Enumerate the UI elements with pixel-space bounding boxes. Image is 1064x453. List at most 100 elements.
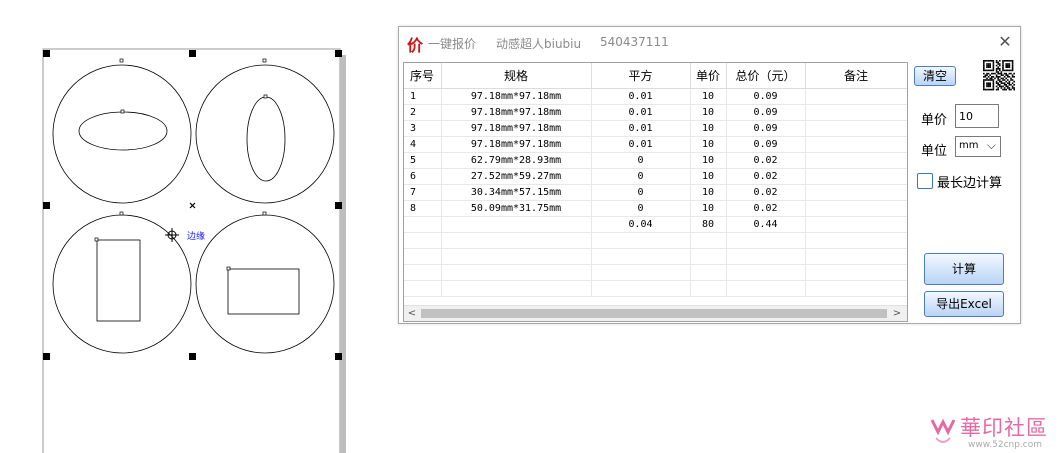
cell-area[interactable]: 0 — [591, 152, 691, 169]
table-row[interactable]: 3 97.18mm*97.18mm 0.01 10 0.09 — [404, 120, 907, 137]
cell-total[interactable]: 0.09 — [726, 88, 806, 105]
cell-unit-price[interactable] — [690, 232, 727, 249]
cell-area[interactable]: 0.04 — [591, 216, 691, 233]
cell-remark[interactable] — [805, 264, 907, 281]
cell-seq[interactable] — [404, 280, 442, 297]
cell-spec[interactable]: 27.52mm*59.27mm — [441, 168, 592, 185]
cell-unit-price[interactable] — [690, 248, 727, 265]
column-header-area[interactable]: 平方 — [591, 63, 691, 89]
node-handle[interactable] — [262, 211, 267, 216]
horizontal-scrollbar[interactable]: < > — [404, 305, 907, 321]
cell-spec[interactable]: 62.79mm*28.93mm — [441, 152, 592, 169]
scroll-right-arrow-icon[interactable]: > — [891, 306, 903, 321]
cell-seq[interactable]: 2 — [404, 104, 442, 121]
cell-area[interactable] — [591, 264, 691, 281]
table-row[interactable] — [404, 232, 907, 249]
cell-area[interactable] — [591, 248, 691, 265]
table-row[interactable]: 0.04 80 0.44 — [404, 216, 907, 233]
title-bar[interactable]: 价 一键报价 动感超人biubiu 540437111 ✕ — [399, 27, 1020, 57]
cell-total[interactable]: 0.09 — [726, 120, 806, 137]
cell-unit-price[interactable]: 10 — [690, 120, 727, 137]
cell-unit-price[interactable]: 10 — [690, 168, 727, 185]
node-handle[interactable] — [94, 237, 99, 242]
cell-seq[interactable]: 7 — [404, 184, 442, 201]
cell-seq[interactable]: 8 — [404, 200, 442, 217]
cell-seq[interactable] — [404, 248, 442, 265]
cell-spec[interactable]: 97.18mm*97.18mm — [441, 120, 592, 137]
cell-seq[interactable] — [404, 216, 442, 233]
cell-seq[interactable]: 3 — [404, 120, 442, 137]
cell-unit-price[interactable]: 10 — [690, 88, 727, 105]
longest-side-label[interactable]: 最长边计算 — [937, 172, 1002, 191]
cell-total[interactable] — [726, 248, 806, 265]
cell-remark[interactable] — [805, 88, 907, 105]
cell-total[interactable]: 0.02 — [726, 168, 806, 185]
quote-table[interactable]: 序号 规格 平方 单价 总价（元） 备注 1 97.18mm*97.18mm 0.0… — [403, 62, 908, 322]
table-row[interactable]: 2 97.18mm*97.18mm 0.01 10 0.09 — [404, 104, 907, 121]
cell-spec[interactable]: 97.18mm*97.18mm — [441, 104, 592, 121]
node-handle[interactable] — [262, 58, 267, 63]
column-header-seq[interactable]: 序号 — [404, 63, 442, 89]
cell-total[interactable]: 0.02 — [726, 184, 806, 201]
cell-seq[interactable]: 4 — [404, 136, 442, 153]
node-handle[interactable] — [119, 58, 124, 63]
scroll-thumb[interactable] — [421, 309, 887, 318]
selection-handle[interactable] — [335, 202, 342, 209]
node-handle[interactable] — [226, 266, 231, 271]
selection-handle[interactable] — [43, 50, 50, 57]
table-row[interactable]: 4 97.18mm*97.18mm 0.01 10 0.09 — [404, 136, 907, 153]
calculate-button[interactable]: 计算 — [924, 253, 1004, 285]
cell-seq[interactable] — [404, 264, 442, 281]
cell-spec[interactable]: 97.18mm*97.18mm — [441, 88, 592, 105]
close-button[interactable]: ✕ — [995, 32, 1015, 52]
cell-spec[interactable] — [441, 232, 592, 249]
table-row[interactable]: 8 50.09mm*31.75mm 0 10 0.02 — [404, 200, 907, 217]
cell-total[interactable]: 0.44 — [726, 216, 806, 233]
drawing-canvas[interactable]: 边缘 — [0, 0, 370, 453]
cell-seq[interactable]: 6 — [404, 168, 442, 185]
cell-seq[interactable]: 5 — [404, 152, 442, 169]
cell-remark[interactable] — [805, 232, 907, 249]
cell-area[interactable]: 0 — [591, 200, 691, 217]
cell-seq[interactable] — [404, 232, 442, 249]
cell-area[interactable]: 0.01 — [591, 104, 691, 121]
selection-handle[interactable] — [189, 353, 196, 360]
cell-remark[interactable] — [805, 136, 907, 153]
cell-remark[interactable] — [805, 248, 907, 265]
cell-unit-price[interactable]: 80 — [690, 216, 727, 233]
table-row[interactable]: 6 27.52mm*59.27mm 0 10 0.02 — [404, 168, 907, 185]
cell-spec[interactable]: 97.18mm*97.18mm — [441, 136, 592, 153]
cell-unit-price[interactable] — [690, 280, 727, 297]
cell-remark[interactable] — [805, 152, 907, 169]
cell-area[interactable]: 0.01 — [591, 136, 691, 153]
cell-area[interactable] — [591, 232, 691, 249]
cell-spec[interactable] — [441, 216, 592, 233]
clear-button[interactable]: 清空 — [914, 66, 956, 86]
cell-area[interactable]: 0 — [591, 184, 691, 201]
cell-unit-price[interactable]: 10 — [690, 184, 727, 201]
table-row[interactable]: 7 30.34mm*57.15mm 0 10 0.02 — [404, 184, 907, 201]
cell-seq[interactable]: 1 — [404, 88, 442, 105]
selection-handle[interactable] — [43, 202, 50, 209]
cell-total[interactable] — [726, 232, 806, 249]
cell-total[interactable] — [726, 280, 806, 297]
cell-total[interactable]: 0.09 — [726, 136, 806, 153]
cell-spec[interactable]: 50.09mm*31.75mm — [441, 200, 592, 217]
cell-unit-price[interactable]: 10 — [690, 104, 727, 121]
cell-total[interactable] — [726, 264, 806, 281]
column-header-unit-price[interactable]: 单价 — [690, 63, 727, 89]
column-header-total[interactable]: 总价（元） — [726, 63, 806, 89]
cell-area[interactable]: 0 — [591, 168, 691, 185]
cell-unit-price[interactable]: 10 — [690, 200, 727, 217]
selection-handle[interactable] — [189, 50, 196, 57]
cell-unit-price[interactable]: 10 — [690, 136, 727, 153]
cell-remark[interactable] — [805, 184, 907, 201]
cell-area[interactable] — [591, 280, 691, 297]
longest-side-checkbox[interactable] — [917, 173, 933, 189]
column-header-spec[interactable]: 规格 — [441, 63, 592, 89]
table-row[interactable] — [404, 248, 907, 265]
cell-remark[interactable] — [805, 104, 907, 121]
cell-remark[interactable] — [805, 200, 907, 217]
cell-remark[interactable] — [805, 168, 907, 185]
cell-spec[interactable]: 30.34mm*57.15mm — [441, 184, 592, 201]
